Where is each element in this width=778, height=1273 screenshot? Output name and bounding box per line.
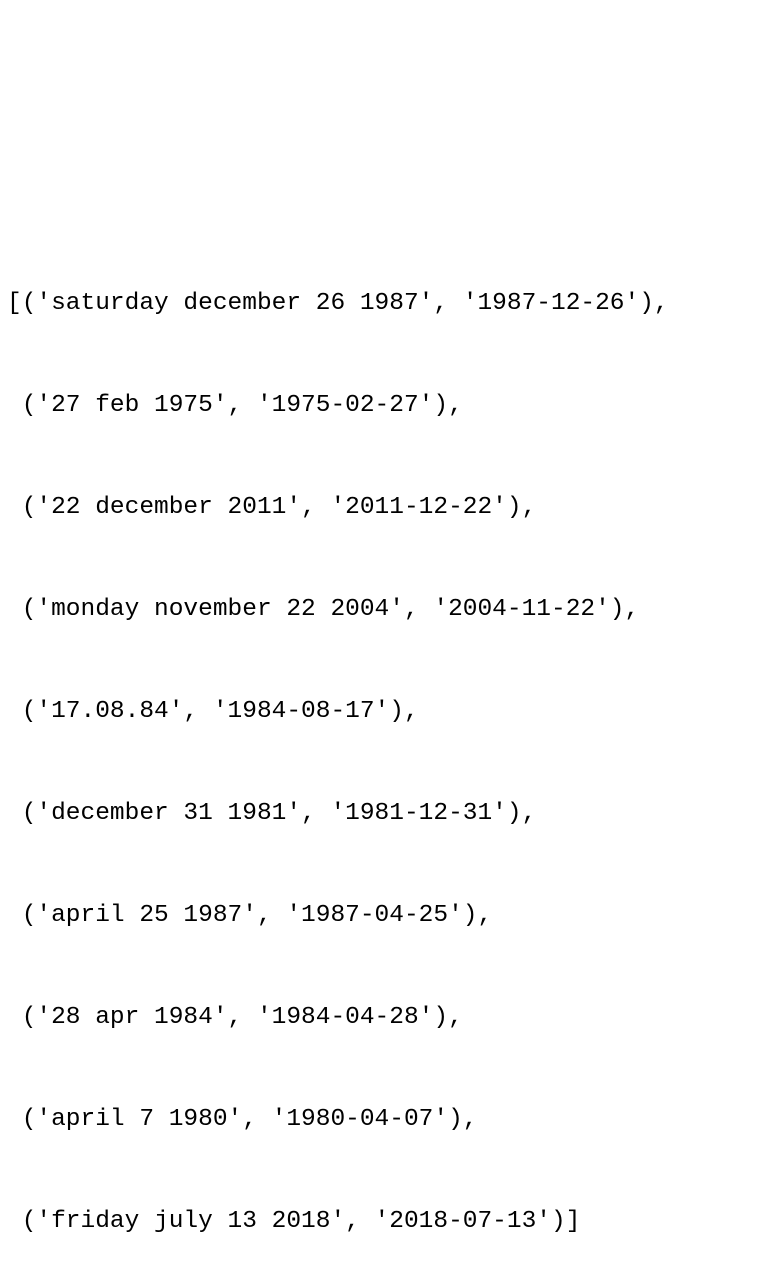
output-line: ('monday november 22 2004', '2004-11-22'… — [7, 596, 640, 623]
output-line: [('saturday december 26 1987', '1987-12-… — [7, 290, 669, 317]
output-line: ('april 7 1980', '1980-04-07'), — [7, 1106, 478, 1133]
code-output: [('saturday december 26 1987', '1987-12-… — [7, 219, 669, 1273]
output-line: ('22 december 2011', '2011-12-22'), — [7, 494, 537, 521]
output-line: ('april 25 1987', '1987-04-25'), — [7, 902, 493, 929]
output-line: ('27 feb 1975', '1975-02-27'), — [7, 392, 463, 419]
output-line: ('17.08.84', '1984-08-17'), — [7, 698, 419, 725]
output-line: ('friday july 13 2018', '2018-07-13')] — [7, 1208, 581, 1235]
output-line: ('28 apr 1984', '1984-04-28'), — [7, 1004, 463, 1031]
output-line: ('december 31 1981', '1981-12-31'), — [7, 800, 537, 827]
